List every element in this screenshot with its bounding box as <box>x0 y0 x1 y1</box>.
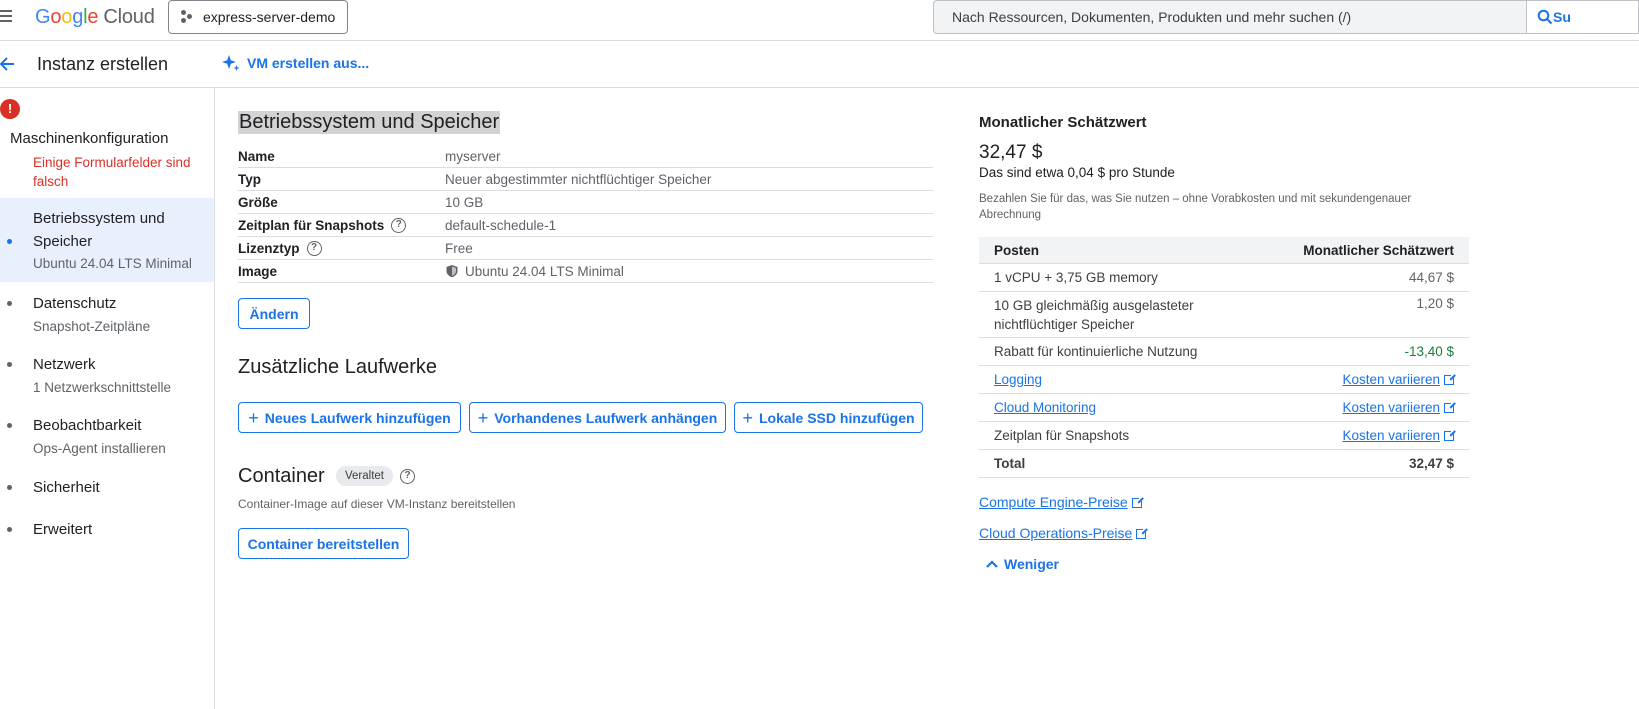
change-button[interactable]: Ändern <box>238 298 310 329</box>
step-bullet <box>7 239 12 244</box>
summary-row: Größe 10 GB <box>238 191 933 214</box>
page-header: Instanz erstellen VM erstellen aus... <box>0 41 1639 88</box>
step-bullet <box>7 527 12 532</box>
add-new-drive-button[interactable]: + Neues Laufwerk hinzufügen <box>238 402 461 433</box>
summary-row: Typ Neuer abgestimmter nichtflüchtiger S… <box>238 168 933 191</box>
add-local-ssd-button[interactable]: + Lokale SSD hinzufügen <box>734 402 923 433</box>
menu-icon[interactable] <box>0 10 14 24</box>
external-link-icon <box>1444 373 1456 385</box>
project-name: express-server-demo <box>203 9 336 25</box>
sidebar-item-advanced[interactable]: Erweitert <box>0 516 214 542</box>
back-arrow-icon[interactable] <box>0 55 14 73</box>
sidebar-item-observability[interactable]: Beobachtbarkeit Ops-Agent installieren <box>0 412 214 462</box>
plus-icon: + <box>477 407 489 428</box>
page-title: Instanz erstellen <box>37 54 169 74</box>
search-input[interactable]: Nach Ressourcen, Dokumenten, Produkten u… <box>933 0 1527 34</box>
estimate-title: Monatlicher Schätzwert <box>979 114 1147 131</box>
os-storage-summary: Name myserver Typ Neuer abgestimmter nic… <box>238 145 933 283</box>
external-link-icon <box>1444 429 1456 441</box>
sidebar-item-machine-config[interactable]: Maschinenkonfiguration <box>10 130 168 147</box>
section-title-container: Container <box>238 465 325 487</box>
logging-link[interactable]: Logging <box>994 372 1042 387</box>
stepper-sidebar: ! Maschinenkonfiguration Einige Formular… <box>0 88 215 709</box>
container-description: Container-Image auf dieser VM-Instanz be… <box>238 497 516 511</box>
pricing-row: 10 GB gleichmäßig ausgelasteter nichtflü… <box>979 292 1469 338</box>
plus-icon: + <box>248 407 259 428</box>
summary-row: Image Ubuntu 24.04 LTS Minimal <box>238 260 933 283</box>
help-icon[interactable]: ? <box>306 240 322 256</box>
error-icon: ! <box>0 99 20 119</box>
costs-vary-link[interactable]: Kosten variieren <box>1342 428 1456 443</box>
pricing-row: Rabatt für kontinuierliche Nutzung -13,4… <box>979 338 1469 366</box>
shield-icon <box>446 265 458 278</box>
cloud-monitoring-link[interactable]: Cloud Monitoring <box>994 400 1096 415</box>
cloud-operations-pricing-link[interactable]: Cloud Operations-Preise <box>979 525 1149 541</box>
attach-existing-drive-button[interactable]: + Vorhandenes Laufwerk anhängen <box>469 402 726 433</box>
section-title-additional-drives: Zusätzliche Laufwerke <box>238 356 437 378</box>
summary-row: Name myserver <box>238 145 933 168</box>
sidebar-item-data-protection[interactable]: Datenschutz Snapshot-Zeitpläne <box>0 290 214 340</box>
pricing-total-row: Total 32,47 $ <box>979 450 1469 478</box>
summary-row: Lizenztyp? Free <box>238 237 933 260</box>
pricing-table: Posten Monatlicher Schätzwert 1 vCPU + 3… <box>979 237 1469 478</box>
pricing-row: Logging Kosten variieren <box>979 366 1469 394</box>
external-link-icon <box>1131 496 1144 508</box>
costs-vary-link[interactable]: Kosten variieren <box>1342 372 1456 387</box>
pricing-row: Cloud Monitoring Kosten variieren <box>979 394 1469 422</box>
show-less-button[interactable]: Weniger <box>985 556 1059 572</box>
estimate-price: 32,47 $ <box>979 142 1043 163</box>
search-button[interactable]: Su <box>1527 0 1639 34</box>
pricing-row: Zeitplan für Snapshots Kosten variieren <box>979 422 1469 450</box>
step-bullet <box>7 301 12 306</box>
sidebar-item-security[interactable]: Sicherheit <box>0 474 214 500</box>
deploy-container-button[interactable]: Container bereitstellen <box>238 528 409 559</box>
summary-row: Zeitplan für Snapshots? default-schedule… <box>238 214 933 237</box>
create-vm-from-button[interactable]: VM erstellen aus... <box>221 53 369 73</box>
sparkle-icon <box>222 55 240 71</box>
step-bullet <box>7 485 12 490</box>
sidebar-item-os-storage[interactable]: Betriebssystem und Speicher Ubuntu 24.04… <box>0 198 214 282</box>
pricing-table-header: Posten Monatlicher Schätzwert <box>979 237 1469 264</box>
search-icon <box>1537 9 1553 25</box>
external-link-icon <box>1444 401 1456 413</box>
sidebar-item-network[interactable]: Netzwerk 1 Netzwerkschnittstelle <box>0 351 214 401</box>
form-error-message: Einige Formularfelder sind falsch <box>33 155 191 189</box>
external-link-icon <box>1136 527 1149 539</box>
chevron-up-icon <box>986 560 998 568</box>
google-cloud-logo[interactable]: Google Cloud <box>35 6 155 29</box>
help-icon[interactable]: ? <box>391 217 407 233</box>
deprecated-badge: Veraltet <box>336 466 393 486</box>
step-bullet <box>7 362 12 367</box>
step-bullet <box>7 423 12 428</box>
estimate-description: Bezahlen Sie für das, was Sie nutzen – o… <box>979 193 1412 221</box>
estimate-per-hour: Das sind etwa 0,04 $ pro Stunde <box>979 165 1175 180</box>
project-picker-button[interactable]: express-server-demo <box>168 0 348 34</box>
costs-vary-link[interactable]: Kosten variieren <box>1342 400 1456 415</box>
project-icon <box>181 10 195 24</box>
help-icon[interactable]: ? <box>400 469 415 484</box>
pricing-row: 1 vCPU + 3,75 GB memory 44,67 $ <box>979 264 1469 292</box>
compute-engine-pricing-link[interactable]: Compute Engine-Preise <box>979 494 1144 510</box>
top-bar: Google Cloud express-server-demo Nach Res… <box>0 0 1639 41</box>
section-title-os-storage: Betriebssystem und Speicher <box>238 111 501 134</box>
plus-icon: + <box>742 407 753 428</box>
